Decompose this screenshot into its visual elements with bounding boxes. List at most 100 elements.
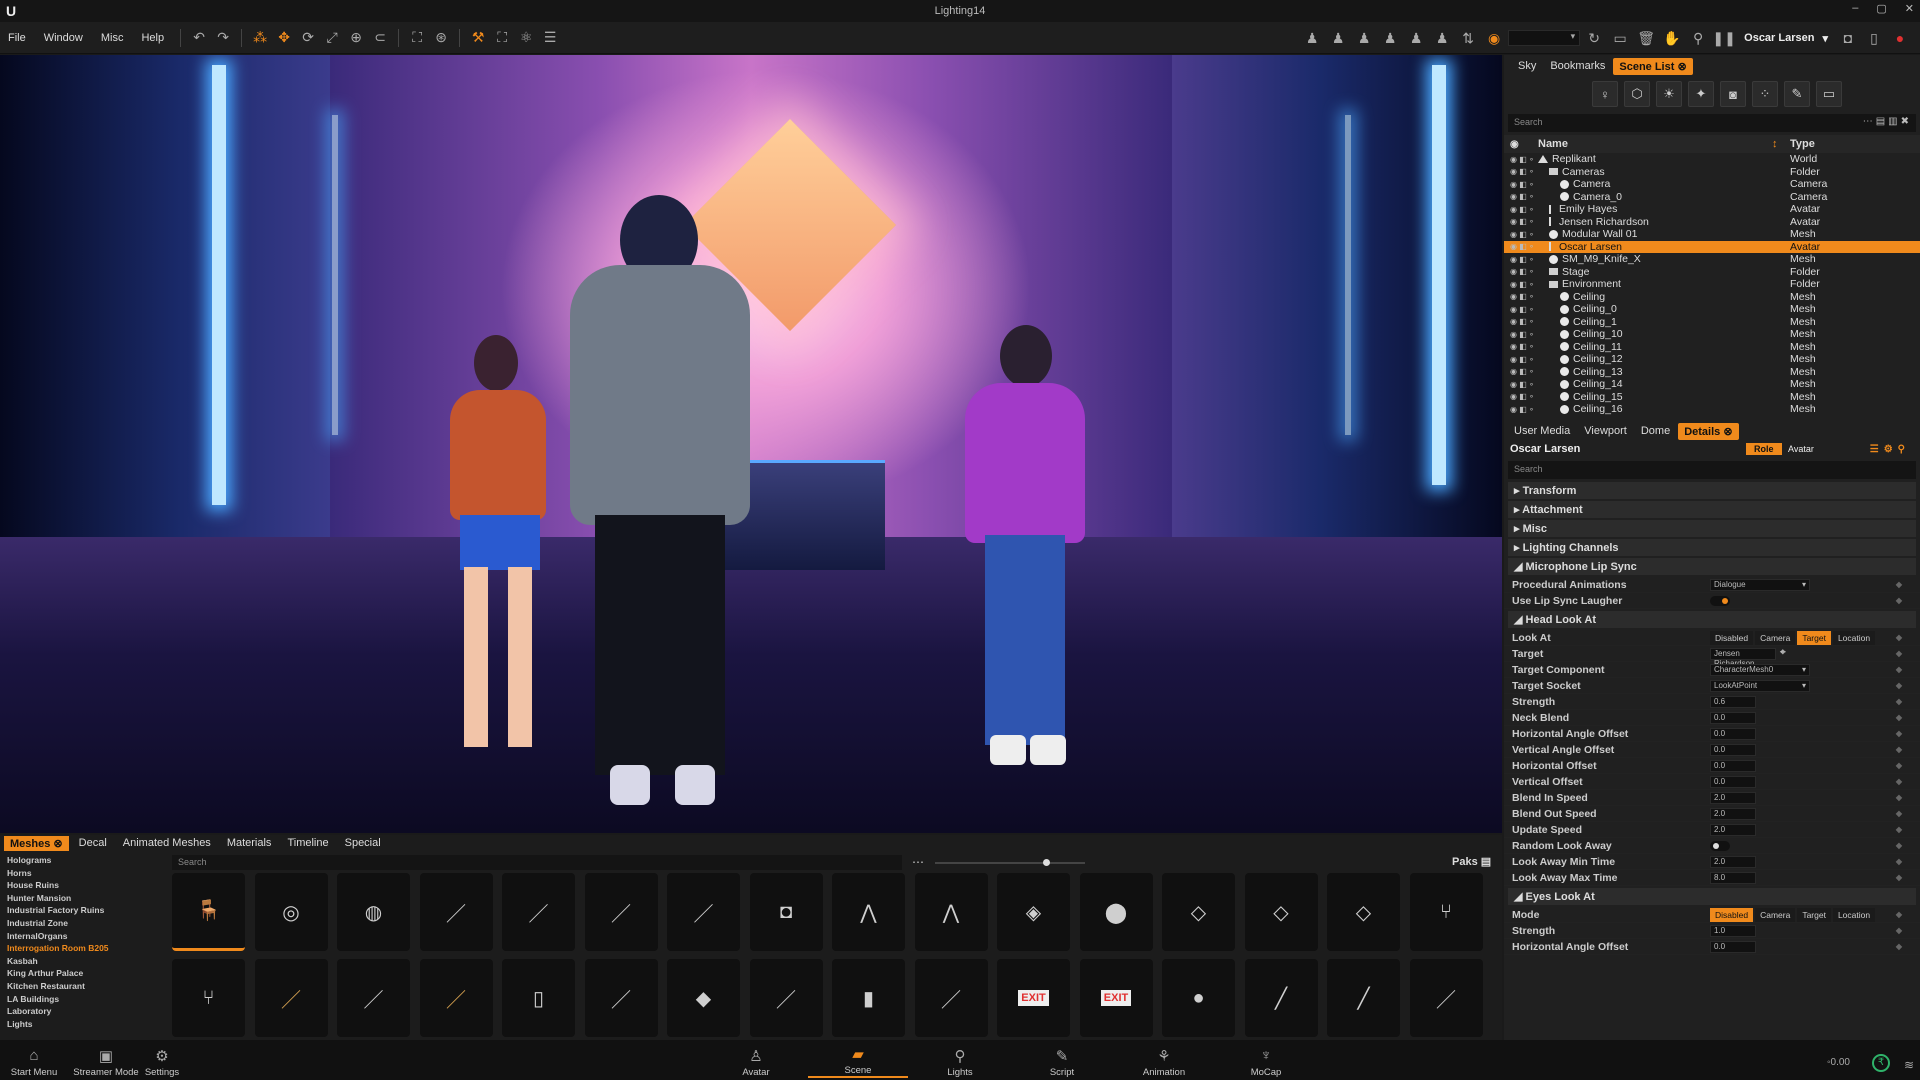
prop-toggle[interactable]	[1710, 596, 1730, 606]
tab-sky[interactable]: Sky	[1512, 58, 1542, 74]
refresh-icon[interactable]: ↻	[1582, 26, 1606, 50]
prop-value-field[interactable]: 0.0	[1710, 728, 1756, 740]
section-lighting-channels[interactable]: ▸ Lighting Channels	[1508, 539, 1916, 556]
close-icon[interactable]: ✕	[1905, 2, 1914, 15]
nav-mocap[interactable]: ♆ MoCap	[1216, 1047, 1316, 1078]
asset-tab-special[interactable]: Special	[339, 836, 387, 850]
slider-knob[interactable]	[1042, 859, 1050, 866]
reset-icon[interactable]: ◆	[1896, 910, 1902, 919]
asset-tile[interactable]: ⬤	[1079, 873, 1153, 951]
prop-value-field[interactable]: 2.0	[1710, 808, 1756, 820]
details-tools[interactable]: ☰⚙⚲	[1870, 444, 1910, 455]
visibility-icon[interactable]: ◉ ◧ ∘	[1504, 230, 1538, 239]
visibility-icon[interactable]: ◉ ◧ ∘	[1504, 180, 1538, 189]
reset-icon[interactable]: ◆	[1896, 825, 1902, 834]
category-item[interactable]: InternalOrgans	[4, 931, 164, 944]
list-icon[interactable]: ☰	[538, 26, 562, 50]
outliner-search[interactable]: Search ⋯▤▥✖	[1508, 114, 1916, 132]
section-eyes-look-at[interactable]: ◢ Eyes Look At	[1508, 888, 1916, 905]
camera-icon[interactable]: ◘	[1836, 26, 1860, 50]
prop-value-field[interactable]: 2.0	[1710, 856, 1756, 868]
visibility-icon[interactable]: ◉ ◧ ∘	[1504, 392, 1538, 401]
close-icon[interactable]: ⊗	[1720, 426, 1732, 438]
outliner-row[interactable]: ◉ ◧ ∘ Ceiling_14 Mesh	[1504, 378, 1920, 391]
asset-tile[interactable]: ◆	[667, 959, 740, 1037]
avatar-pose-icon[interactable]: ♟	[1378, 26, 1402, 50]
asset-tile[interactable]: EXIT	[997, 959, 1070, 1037]
reset-icon[interactable]: ◆	[1896, 697, 1902, 706]
visibility-icon[interactable]: ◉ ◧ ∘	[1504, 192, 1538, 201]
prop-value-field[interactable]: 2.0	[1710, 792, 1756, 804]
add-mesh-icon[interactable]: ⬡	[1624, 81, 1650, 107]
walk-icon[interactable]: ⚲	[1686, 26, 1710, 50]
category-item[interactable]: LA Buildings	[4, 994, 164, 1007]
reset-icon[interactable]: ◆	[1896, 649, 1902, 658]
visibility-icon[interactable]: ◉ ◧ ∘	[1504, 405, 1538, 414]
visibility-icon[interactable]: ◉ ◧ ∘	[1504, 267, 1538, 276]
nav-avatar[interactable]: ♙ Avatar	[706, 1047, 806, 1078]
sort-icon[interactable]: ↕	[1772, 138, 1778, 150]
rotate-tool-icon[interactable]: ⟳	[296, 26, 320, 50]
nav-animation[interactable]: ⚘ Animation	[1114, 1047, 1214, 1078]
nav-settings[interactable]: ⚙ Settings	[112, 1047, 212, 1078]
segment-camera[interactable]: Camera	[1755, 908, 1796, 922]
category-item[interactable]: Industrial Factory Ruins	[4, 905, 164, 918]
asset-tile[interactable]: ▯	[502, 959, 575, 1037]
outliner-row[interactable]: ◉ ◧ ∘ Ceiling_1 Mesh	[1504, 316, 1920, 329]
nav-lights[interactable]: ⚲ Lights	[910, 1047, 1010, 1078]
reset-icon[interactable]: ◆	[1896, 857, 1902, 866]
section-microphone-lip-sync[interactable]: ◢ Microphone Lip Sync	[1508, 558, 1916, 575]
add-brush-icon[interactable]: ✎	[1784, 81, 1810, 107]
section-head-look-at[interactable]: ◢ Head Look At	[1508, 611, 1916, 628]
prop-dropdown[interactable]: LookAtPoint	[1710, 680, 1810, 692]
category-item[interactable]: Kitchen Restaurant	[4, 981, 164, 994]
asset-tile[interactable]: ◈	[997, 873, 1070, 951]
visibility-icon[interactable]: ◉ ◧ ∘	[1504, 205, 1538, 214]
menu-help[interactable]: Help	[141, 32, 164, 44]
segment-disabled[interactable]: Disabled	[1710, 908, 1754, 922]
outliner-row[interactable]: ◉ ◧ ∘ Ceiling_11 Mesh	[1504, 341, 1920, 354]
outliner-row[interactable]: ◉ ◧ ∘ Ceiling_13 Mesh	[1504, 366, 1920, 379]
category-item[interactable]: House Ruins	[4, 880, 164, 893]
asset-tile[interactable]: ⋀	[832, 873, 905, 951]
outliner-row[interactable]: ◉ ◧ ∘ Stage Folder	[1504, 266, 1920, 279]
menu-misc[interactable]: Misc	[101, 32, 124, 44]
more-icon[interactable]: ⋯	[912, 855, 924, 869]
asset-tile[interactable]: ／	[1409, 959, 1483, 1037]
add-particles-icon[interactable]: ⁘	[1752, 81, 1778, 107]
prop-value-field[interactable]: 1.0	[1710, 925, 1756, 937]
prop-dropdown[interactable]: CharacterMesh0	[1710, 664, 1810, 676]
asset-tab-animated-meshes[interactable]: Animated Meshes	[117, 836, 217, 850]
outliner-row[interactable]: ◉ ◧ ∘ Ceiling_12 Mesh	[1504, 353, 1920, 366]
asset-search[interactable]: Search	[172, 855, 902, 870]
monitor-icon[interactable]: ▭	[1608, 26, 1632, 50]
phone-icon[interactable]: ▯	[1862, 26, 1886, 50]
rupee-icon[interactable]: ₹	[1872, 1054, 1890, 1072]
avatar-pose-icon[interactable]: ♟	[1326, 26, 1350, 50]
swap-icon[interactable]: ⇅	[1456, 26, 1480, 50]
undo-icon[interactable]: ↶	[187, 26, 211, 50]
asset-tab-meshes[interactable]: Meshes ⊗	[4, 835, 69, 851]
visibility-icon[interactable]: ◉ ◧ ∘	[1504, 367, 1538, 376]
role-button[interactable]: Role	[1746, 443, 1782, 455]
asset-tile[interactable]: ▮	[832, 959, 905, 1037]
reset-icon[interactable]: ◆	[1896, 942, 1902, 951]
record-dot-icon[interactable]: ●	[1888, 26, 1912, 50]
visibility-icon[interactable]: ◉ ◧ ∘	[1504, 242, 1538, 251]
asset-tile[interactable]: ／	[419, 873, 493, 951]
outliner-row[interactable]: ◉ ◧ ∘ Emily Hayes Avatar	[1504, 203, 1920, 216]
menu-window[interactable]: Window	[44, 32, 83, 44]
outliner-row[interactable]: ◉ ◧ ∘ Jensen Richardson Avatar	[1504, 216, 1920, 229]
reset-icon[interactable]: ◆	[1896, 793, 1902, 802]
asset-tile[interactable]: ／	[749, 959, 823, 1037]
prop-value-field[interactable]: 0.0	[1710, 744, 1756, 756]
prop-value-field[interactable]: 2.0	[1710, 824, 1756, 836]
frame-icon[interactable]: ⛶	[405, 26, 429, 50]
visibility-icon[interactable]: ◉ ◧ ∘	[1504, 217, 1538, 226]
minimize-icon[interactable]: –	[1852, 2, 1858, 15]
asset-tile[interactable]: ／	[254, 959, 328, 1037]
add-effect-icon[interactable]: ✦	[1688, 81, 1714, 107]
outliner-row[interactable]: ◉ ◧ ∘ Modular Wall 01 Mesh	[1504, 228, 1920, 241]
asset-tab-timeline[interactable]: Timeline	[281, 836, 334, 850]
outliner-tools[interactable]: ⋯▤▥✖	[1863, 116, 1912, 127]
